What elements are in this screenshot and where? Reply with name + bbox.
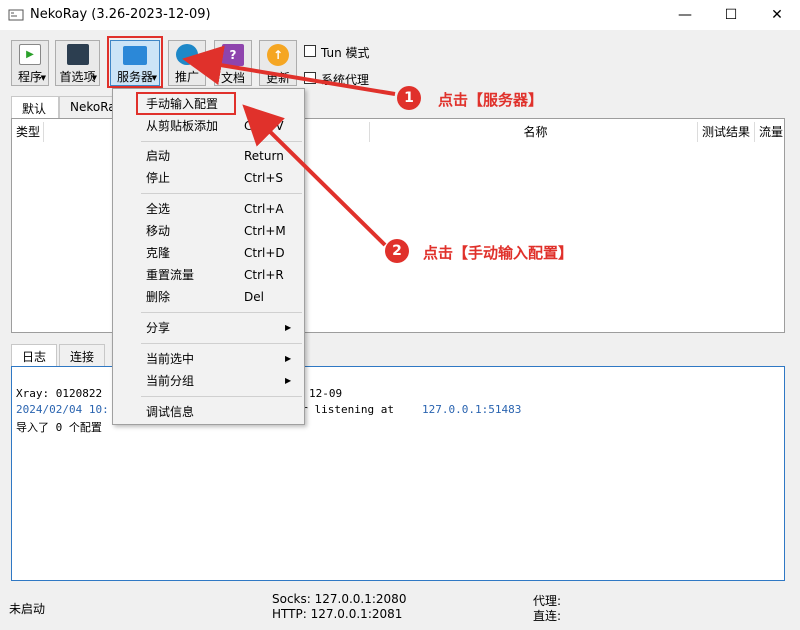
step-text-1: 点击【服务器】 bbox=[438, 91, 544, 109]
step-badge-2: 2 bbox=[385, 239, 409, 263]
step-badge-1: 1 bbox=[397, 86, 421, 110]
arrow-to-server bbox=[182, 45, 396, 96]
step-text-2: 点击【手动输入配置】 bbox=[423, 244, 574, 262]
arrow-to-manual-input bbox=[242, 104, 387, 247]
